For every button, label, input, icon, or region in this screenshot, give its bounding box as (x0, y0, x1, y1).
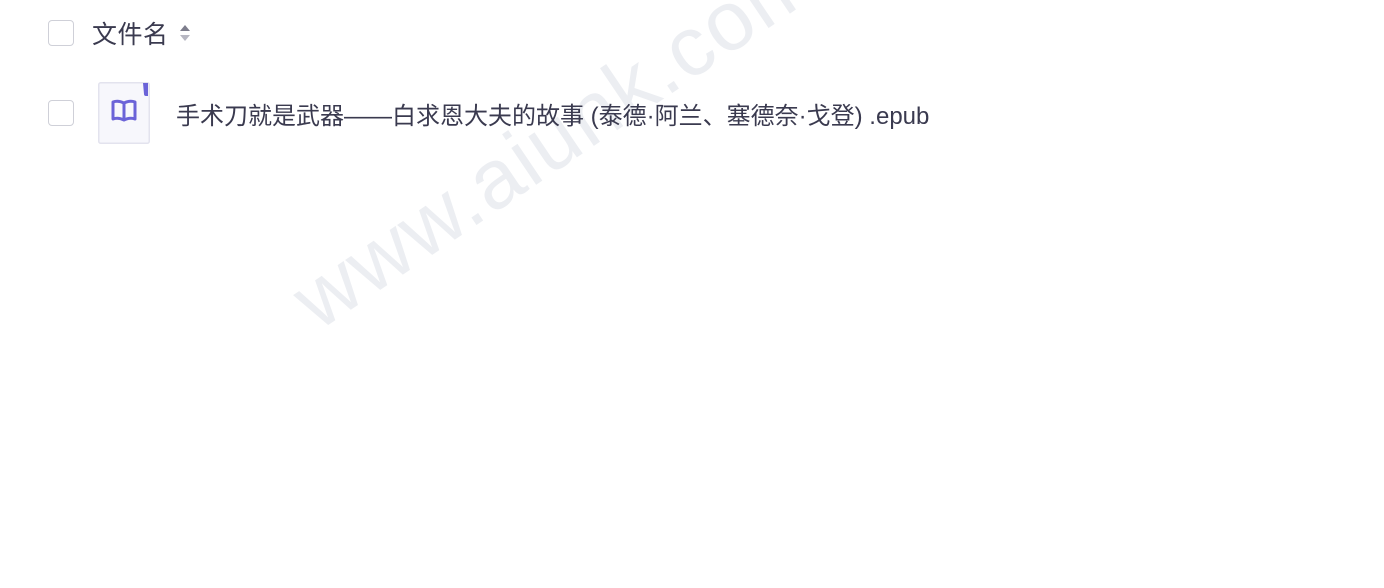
epub-book-icon (98, 82, 150, 144)
watermark: www.aiunk.com (275, 0, 834, 347)
select-all-checkbox[interactable] (48, 20, 74, 46)
file-checkbox[interactable] (48, 100, 74, 126)
file-name[interactable]: 手术刀就是武器——白求恩大夫的故事 (泰德·阿兰、塞德奈·戈登) .epub (176, 96, 929, 131)
column-header-filename[interactable]: 文件名 (92, 15, 169, 51)
sort-icon[interactable] (179, 21, 191, 45)
file-list-page: www.aiunk.com 文件名 手术刀就是武器——白求恩大夫的故事 (泰德·… (0, 0, 1384, 588)
file-row[interactable]: 手术刀就是武器——白求恩大夫的故事 (泰德·阿兰、塞德奈·戈登) .epub (48, 82, 929, 144)
file-list-header: 文件名 (48, 16, 191, 50)
